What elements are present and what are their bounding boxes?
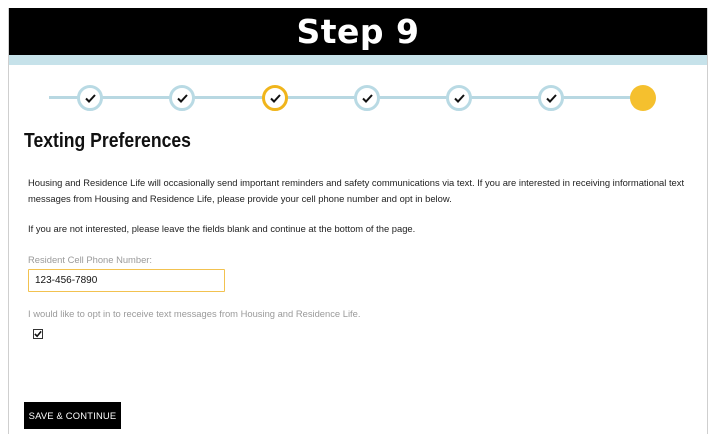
page-frame: Step 9 Texting Preferences Housing and R… <box>8 8 708 434</box>
optin-label: I would like to opt in to receive text m… <box>28 308 361 319</box>
check-icon <box>453 93 465 103</box>
phone-field-label: Resident Cell Phone Number: <box>28 254 153 265</box>
check-icon <box>269 93 281 103</box>
progress-step-3 <box>262 85 288 111</box>
check-icon <box>84 93 96 103</box>
progress-tracker <box>9 65 707 135</box>
check-icon <box>361 93 373 103</box>
save-and-continue-button[interactable]: SAVE & CONTINUE <box>24 402 121 429</box>
checkmark-icon <box>34 330 42 338</box>
progress-step-7-current <box>630 85 656 111</box>
progress-step-5 <box>446 85 472 111</box>
phone-input[interactable] <box>28 269 225 292</box>
optin-checkbox[interactable] <box>33 329 43 339</box>
intro-text-line-2: messages from Housing and Residence Life… <box>28 193 452 204</box>
step-banner: Step 9 <box>9 8 707 55</box>
progress-step-4 <box>354 85 380 111</box>
check-icon <box>545 93 557 103</box>
check-icon <box>176 93 188 103</box>
progress-step-1 <box>77 85 103 111</box>
section-heading: Texting Preferences <box>24 130 191 152</box>
progress-step-6 <box>538 85 564 111</box>
accent-strip <box>9 55 707 65</box>
progress-step-2 <box>169 85 195 111</box>
skip-note: If you are not interested, please leave … <box>28 223 416 234</box>
